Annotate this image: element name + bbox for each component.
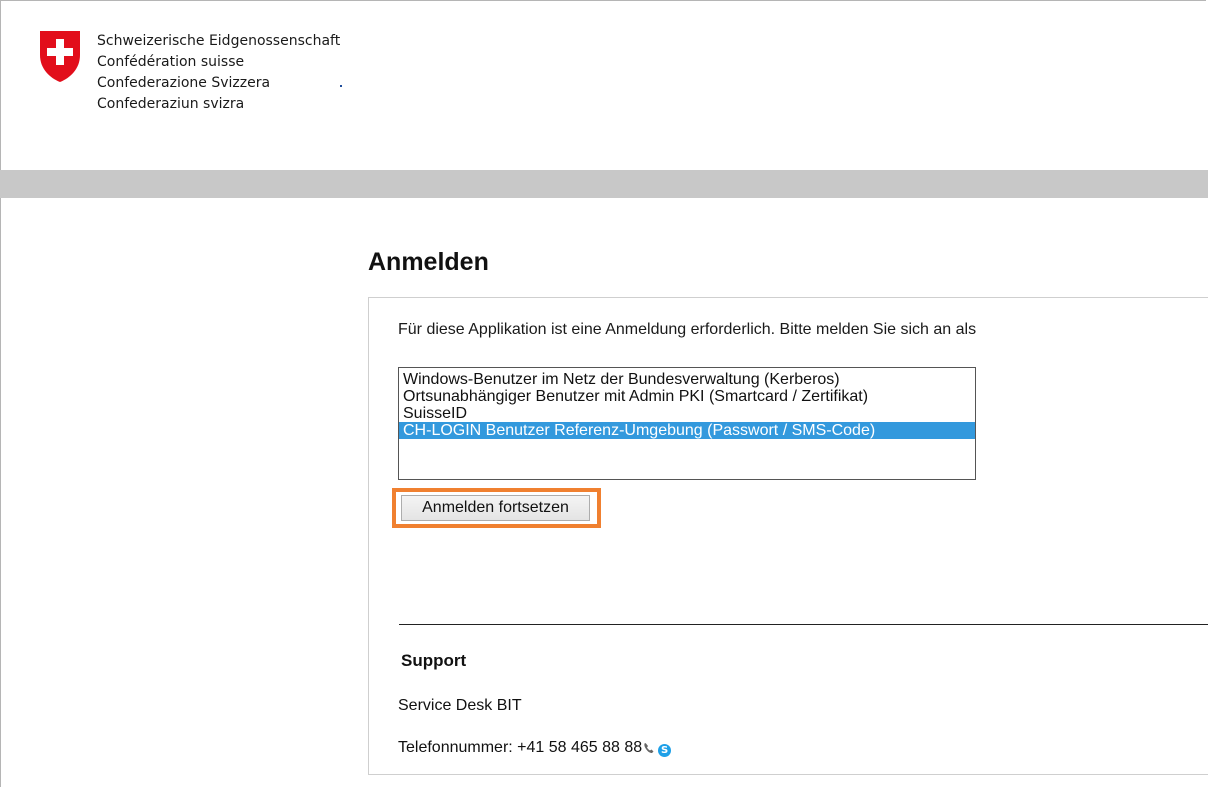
login-option-suisseid[interactable]: SuisseID <box>399 405 975 422</box>
confederation-name-de: Schweizerische Eidgenossenschaft <box>97 33 341 49</box>
swiss-crest-logo <box>40 31 80 82</box>
login-method-listbox[interactable]: Windows-Benutzer im Netz der Bundesverwa… <box>398 367 976 480</box>
confederation-name-it: Confederazione Svizzera <box>97 75 271 91</box>
support-phone-text: Telefonnummer: +41 58 465 88 88 <box>398 739 643 756</box>
support-phone-row: Telefonnummer: +41 58 465 88 88 S <box>398 739 672 757</box>
support-heading: Support <box>401 651 467 670</box>
continue-login-button[interactable]: Anmelden fortsetzen <box>401 495 590 521</box>
support-divider <box>399 624 1208 625</box>
confederation-names: Schweizerische Eidgenossenschaft Confédé… <box>97 31 340 115</box>
login-option-admin-pki[interactable]: Ortsunabhängiger Benutzer mit Admin PKI … <box>399 388 975 405</box>
page-title: Anmelden <box>368 248 489 276</box>
phone-icon[interactable] <box>641 740 657 756</box>
service-desk-name: Service Desk BIT <box>398 697 522 714</box>
confederation-name-fr: Confédération suisse <box>97 54 245 70</box>
decorative-dot <box>340 85 342 87</box>
login-intro-text: Für diese Applikation ist eine Anmeldung… <box>398 321 977 338</box>
confederation-name-rm: Confederaziun svizra <box>97 96 245 112</box>
skype-call-icon[interactable]: S <box>658 744 672 757</box>
navigation-bar <box>0 170 1208 198</box>
login-option-kerberos[interactable]: Windows-Benutzer im Netz der Bundesverwa… <box>399 371 975 388</box>
login-option-ch-login[interactable]: CH-LOGIN Benutzer Referenz-Umgebung (Pas… <box>399 422 975 439</box>
site-header: Schweizerische Eidgenossenschaft Confédé… <box>0 0 1208 170</box>
